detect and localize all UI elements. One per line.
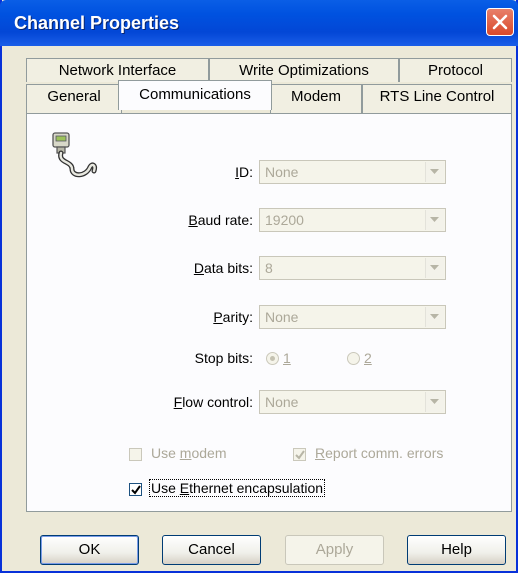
report-comm-errors-checkbox[interactable]	[293, 448, 306, 461]
window-title: Channel Properties	[14, 13, 180, 33]
tab-modem[interactable]: Modem	[270, 84, 362, 114]
close-button[interactable]	[486, 8, 514, 36]
parity-value: None	[265, 309, 299, 325]
id-value: None	[265, 164, 299, 180]
channel-properties-dialog: Channel Properties Network Interface Wri…	[0, 0, 518, 573]
stop-bits-label: Stop bits:	[194, 350, 253, 366]
communications-panel: ID: None Baud rate: 19200 Data bits: 8 P…	[26, 113, 512, 512]
tab-write-optimizations[interactable]: Write Optimizations	[209, 58, 399, 82]
tab-network-interface[interactable]: Network Interface	[26, 58, 209, 82]
tab-protocol[interactable]: Protocol	[399, 58, 512, 82]
checkmark-icon	[295, 450, 305, 460]
tab-communications[interactable]: Communications	[118, 80, 272, 110]
tab-rts-line-control[interactable]: RTS Line Control	[362, 84, 512, 114]
baud-rate-dropdown-arrow[interactable]	[425, 210, 444, 230]
flow-control-label: Flow control:	[173, 394, 253, 410]
stop-bits-option-1-label: 1	[283, 350, 291, 366]
serial-cable-icon	[52, 132, 97, 178]
baud-rate-label: Baud rate:	[188, 212, 253, 228]
stop-bits-option-2-label: 2	[364, 350, 372, 366]
chevron-down-icon	[430, 399, 439, 404]
use-modem-label: Use modem	[151, 445, 227, 461]
close-x-icon	[492, 14, 508, 30]
chevron-down-icon	[430, 265, 439, 270]
tab-general[interactable]: General	[26, 84, 122, 114]
use-modem-checkbox[interactable]	[129, 448, 142, 461]
baud-rate-value: 19200	[265, 212, 304, 228]
chevron-down-icon	[430, 217, 439, 222]
apply-button[interactable]: Apply	[285, 535, 384, 565]
help-button[interactable]: Help	[407, 535, 506, 565]
report-comm-errors-label: Report comm. errors	[315, 445, 444, 461]
checkmark-icon	[131, 485, 141, 495]
data-bits-select[interactable]: 8	[259, 256, 446, 280]
data-bits-dropdown-arrow[interactable]	[425, 258, 444, 278]
id-label: ID:	[235, 164, 253, 180]
stop-bits-radio-2[interactable]	[347, 352, 360, 365]
title-bar[interactable]: Channel Properties	[0, 0, 518, 46]
chevron-down-icon	[430, 314, 439, 319]
data-bits-label: Data bits:	[193, 260, 253, 276]
flow-control-select[interactable]: None	[259, 390, 446, 414]
data-bits-value: 8	[265, 260, 273, 276]
stop-bits-radio-1[interactable]	[266, 352, 279, 365]
parity-select[interactable]: None	[259, 305, 446, 329]
parity-dropdown-arrow[interactable]	[425, 307, 444, 327]
flow-control-dropdown-arrow[interactable]	[425, 392, 444, 412]
use-ethernet-encapsulation-checkbox[interactable]	[129, 483, 142, 496]
parity-label: Parity:	[213, 309, 253, 325]
baud-rate-select[interactable]: 19200	[259, 208, 446, 232]
chevron-down-icon	[430, 169, 439, 174]
use-ethernet-encapsulation-label: Use Ethernet encapsulation	[149, 479, 326, 497]
id-select[interactable]: None	[259, 160, 446, 184]
cancel-button[interactable]: Cancel	[162, 535, 261, 565]
id-dropdown-arrow[interactable]	[425, 162, 444, 182]
ok-button[interactable]: OK	[40, 535, 139, 565]
flow-control-value: None	[265, 394, 299, 410]
